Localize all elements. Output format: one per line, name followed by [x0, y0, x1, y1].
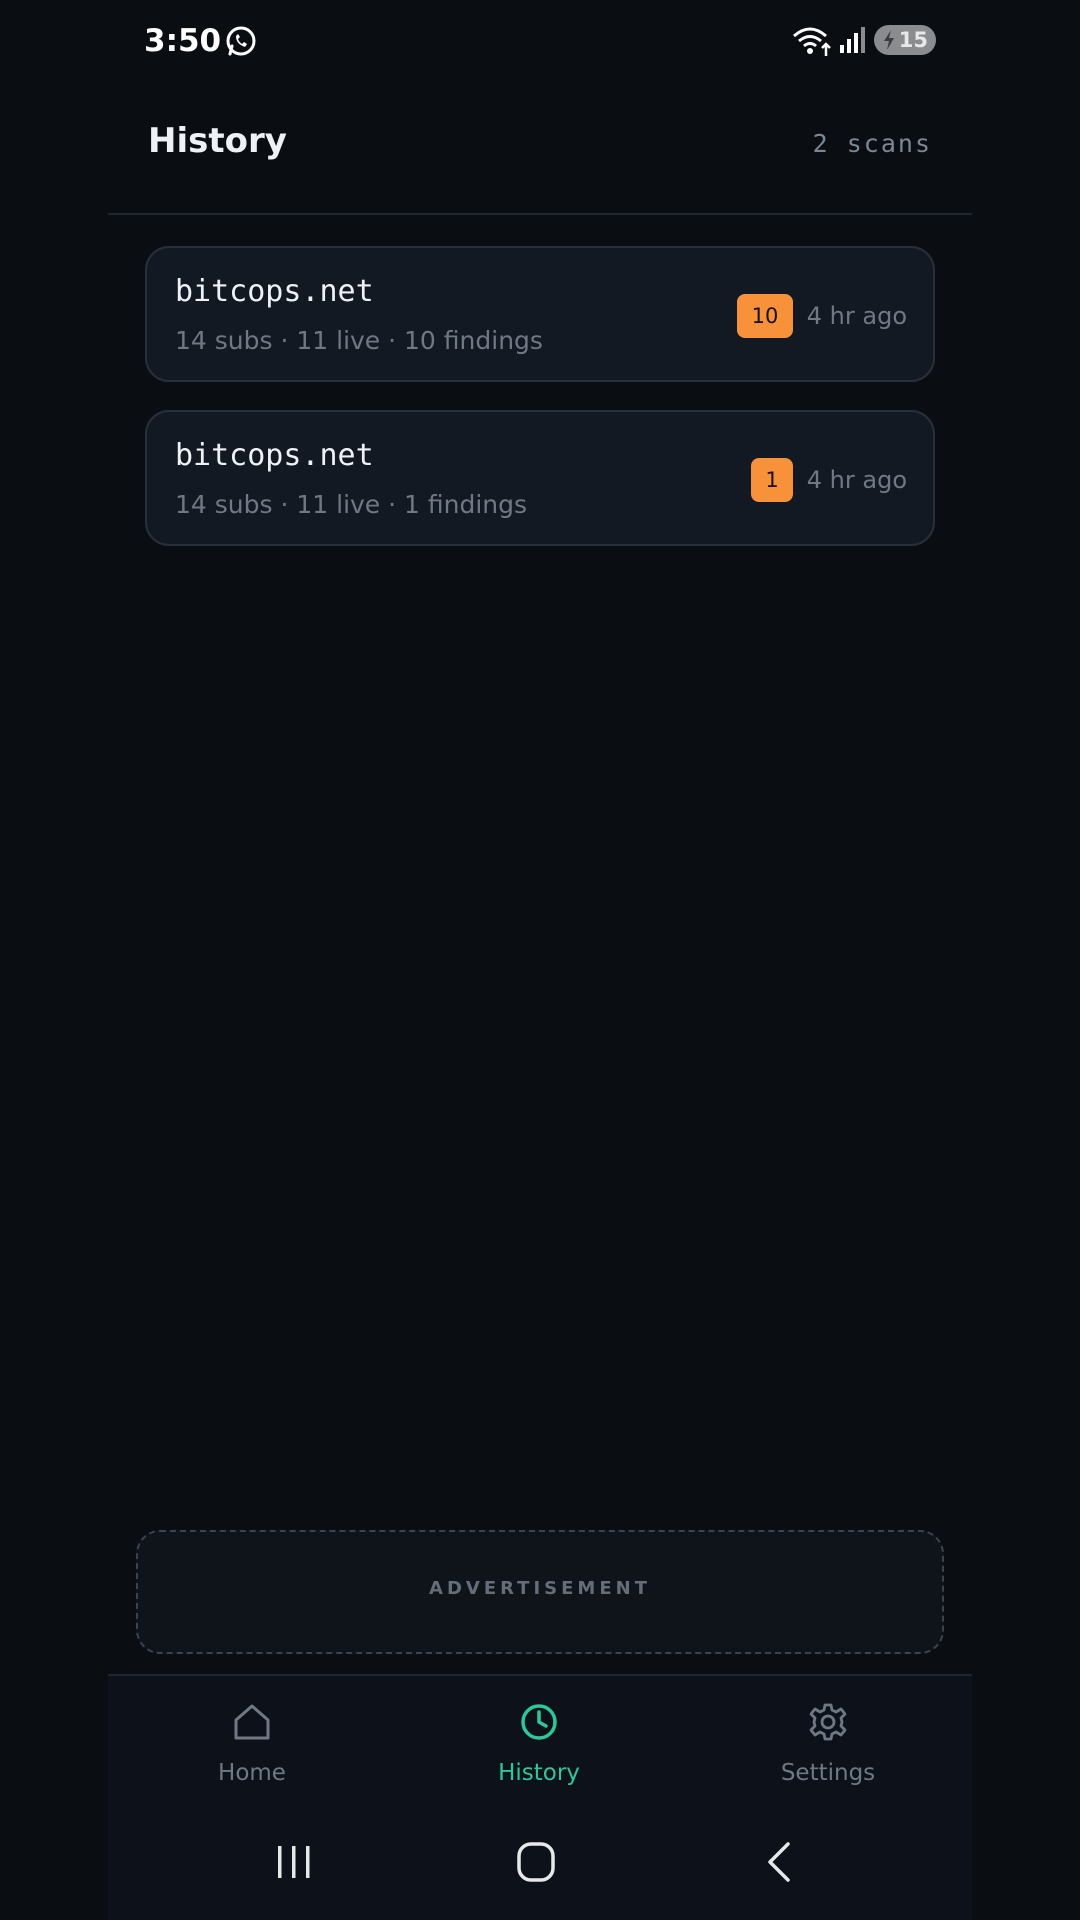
charging-icon: [884, 30, 894, 50]
advertisement-banner[interactable]: ADVERTISEMENT: [136, 1530, 944, 1654]
scan-meta: 14 subs · 11 live · 10 findings: [175, 326, 543, 355]
status-time: 3:50: [144, 23, 222, 59]
nav-item-settings[interactable]: Settings: [728, 1676, 928, 1802]
status-bar: 3:50 15: [144, 18, 936, 64]
scan-domain: bitcops.net: [175, 274, 374, 309]
nav-item-home[interactable]: Home: [152, 1676, 352, 1802]
scan-card[interactable]: bitcops.net 14 subs · 11 live · 10 findi…: [145, 246, 935, 382]
scan-card[interactable]: bitcops.net 14 subs · 11 live · 1 findin…: [145, 410, 935, 546]
battery-indicator: 15: [874, 25, 936, 55]
findings-badge: 1: [751, 458, 793, 502]
battery-level: 15: [898, 28, 928, 52]
clock-icon: [521, 1704, 557, 1740]
back-button[interactable]: [758, 1842, 802, 1882]
bottom-navigation: Home History Settings: [108, 1674, 972, 1802]
page-title: History: [148, 121, 287, 161]
nav-label-history: History: [498, 1760, 580, 1786]
scan-time: 4 hr ago: [806, 302, 907, 330]
findings-badge: 10: [737, 294, 793, 338]
wifi-icon: [793, 27, 831, 56]
home-button[interactable]: [514, 1842, 558, 1882]
home-icon: [234, 1704, 270, 1740]
scan-domain: bitcops.net: [175, 438, 374, 473]
page-header: History 2 scans: [108, 95, 972, 215]
system-navigation-bar: [108, 1802, 972, 1920]
nav-label-home: Home: [218, 1760, 286, 1786]
nav-label-settings: Settings: [780, 1760, 876, 1786]
scan-count: 2 scans: [812, 129, 932, 158]
whatsapp-icon: [226, 26, 256, 56]
screen: 3:50 15 History 2 scans bitcops.net 14 s…: [0, 0, 1080, 1920]
recents-button[interactable]: [272, 1842, 316, 1882]
scan-meta: 14 subs · 11 live · 1 findings: [175, 490, 528, 519]
scan-time: 4 hr ago: [806, 466, 907, 494]
signal-icon: [840, 27, 865, 53]
nav-item-history[interactable]: History: [439, 1676, 639, 1802]
gear-icon: [809, 1703, 847, 1741]
advertisement-label: ADVERTISEMENT: [429, 1578, 651, 1599]
